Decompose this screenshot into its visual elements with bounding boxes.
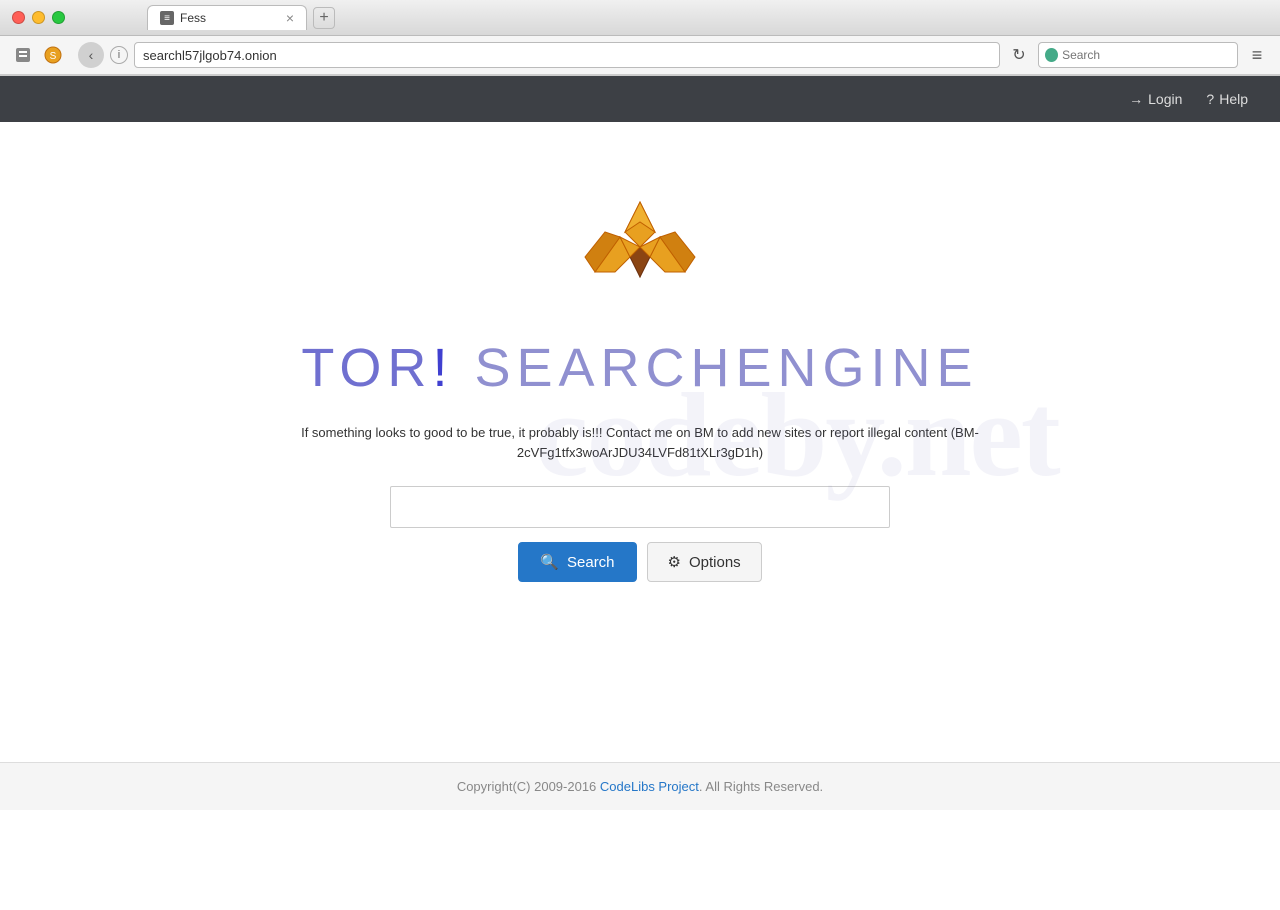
site-footer: Copyright(C) 2009-2016 CodeLibs Project.… xyxy=(0,762,1280,810)
help-label: Help xyxy=(1219,91,1248,107)
address-bar[interactable]: searchl57jlgob74.onion xyxy=(134,42,1000,68)
tab-title: Fess xyxy=(180,11,206,25)
site-logo xyxy=(575,182,705,317)
main-search-input[interactable] xyxy=(390,486,890,528)
back-button[interactable]: ‹ xyxy=(78,42,104,68)
title-search: SEARCHENGINE xyxy=(474,338,978,398)
title-tor: TOR xyxy=(301,338,432,398)
search-buttons: 🔍 Search ⚙ Options xyxy=(518,542,761,582)
svg-text:S: S xyxy=(50,51,57,62)
browser-search-box[interactable] xyxy=(1038,42,1238,68)
search-button[interactable]: 🔍 Search xyxy=(518,542,636,582)
addon-icon: S xyxy=(40,42,66,68)
site-title: TOR! SEARCHENGINE xyxy=(301,337,978,399)
login-link[interactable]: → Login xyxy=(1117,76,1194,122)
site-main: codeby.net TOR! SEARCHENGINE If somethin… xyxy=(0,122,1280,762)
search-button-label: Search xyxy=(567,554,615,571)
traffic-lights xyxy=(12,11,65,24)
disclaimer-text: If something looks to good to be true, i… xyxy=(250,423,1030,462)
info-icon[interactable]: i xyxy=(110,46,128,64)
search-engine-icon xyxy=(1045,48,1058,62)
login-icon: → xyxy=(1129,91,1143,107)
help-icon: ? xyxy=(1206,91,1214,107)
minimize-traffic-light[interactable] xyxy=(32,11,45,24)
footer-copyright-plain: Copyright(C) 2009-2016 xyxy=(457,779,600,794)
options-button-label: Options xyxy=(689,554,741,571)
browser-search-input[interactable] xyxy=(1062,48,1231,62)
close-traffic-light[interactable] xyxy=(12,11,25,24)
tab-bar: ≡ Fess × + xyxy=(135,5,347,30)
help-link[interactable]: ? Help xyxy=(1194,76,1260,122)
tab-close-button[interactable]: × xyxy=(286,11,294,25)
address-bar-row: S ‹ i searchl57jlgob74.onion ↻ ≡ xyxy=(0,36,1280,75)
browser-window: ≡ Fess × + S ‹ i searchl57jlgob74.onion … xyxy=(0,0,1280,76)
site-navbar: → Login ? Help xyxy=(0,76,1280,122)
active-tab[interactable]: ≡ Fess × xyxy=(147,5,307,30)
footer-codelibs-link[interactable]: CodeLibs Project xyxy=(600,779,699,794)
search-box-container: 🔍 Search ⚙ Options xyxy=(390,486,890,582)
options-icon: ⚙ xyxy=(668,553,681,571)
tab-favicon: ≡ xyxy=(160,11,174,25)
reload-button[interactable]: ↻ xyxy=(1006,42,1032,68)
browser-menu-button[interactable]: ≡ xyxy=(1244,42,1270,68)
footer-copyright-end: . All Rights Reserved. xyxy=(699,779,823,794)
bookmark-icon xyxy=(10,42,36,68)
toolbar-icons: S xyxy=(10,42,66,68)
title-exclamation: ! xyxy=(432,338,453,398)
login-label: Login xyxy=(1148,91,1182,107)
new-tab-button[interactable]: + xyxy=(313,7,335,29)
search-icon: 🔍 xyxy=(540,553,559,571)
maximize-traffic-light[interactable] xyxy=(52,11,65,24)
title-bar: ≡ Fess × + xyxy=(0,0,1280,36)
options-button[interactable]: ⚙ Options xyxy=(647,542,762,582)
